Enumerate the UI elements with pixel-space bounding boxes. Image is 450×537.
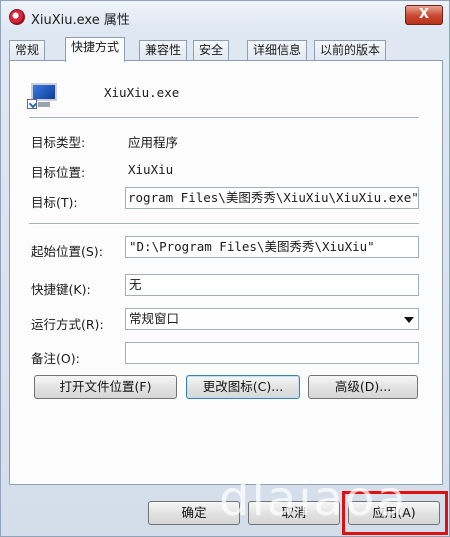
window-title: XiuXiu.exe 属性 xyxy=(31,13,130,28)
tab-compatibility[interactable]: 兼容性 xyxy=(139,40,188,61)
advanced-button[interactable]: 高级(D)... xyxy=(308,375,418,399)
properties-window: XiuXiu.exe 属性 X 常规 快捷方式 兼容性 安全 详细信息 以前的版… xyxy=(0,0,450,537)
run-select[interactable]: 常规窗口 xyxy=(125,308,419,330)
comment-label: 备注(O): xyxy=(31,351,80,366)
tab-details[interactable]: 详细信息 xyxy=(247,40,308,61)
tab-security[interactable]: 安全 xyxy=(193,40,230,61)
shortcut-key-label: 快捷键(K): xyxy=(31,282,91,297)
chevron-down-icon[interactable] xyxy=(404,317,414,323)
shortcut-key-input[interactable]: 无 xyxy=(125,274,419,296)
tab-strip: 常规 快捷方式 兼容性 安全 详细信息 以前的版本 xyxy=(9,37,443,62)
start-in-input[interactable]: "D:\Program Files\美图秀秀\XiuXiu" xyxy=(125,236,419,258)
close-icon: X xyxy=(418,7,430,22)
close-button[interactable]: X xyxy=(405,5,443,25)
divider xyxy=(29,223,419,225)
run-label: 运行方式(R): xyxy=(31,317,104,332)
comment-input[interactable] xyxy=(125,342,419,364)
shortcut-file-icon xyxy=(27,81,61,109)
target-location-value: XiuXiu xyxy=(128,162,174,177)
tab-shortcut[interactable]: 快捷方式 xyxy=(65,37,126,62)
target-location-label: 目标位置: xyxy=(31,165,86,180)
title-bar[interactable]: XiuXiu.exe 属性 X xyxy=(1,1,449,33)
change-icon-button[interactable]: 更改图标(C)... xyxy=(186,375,300,399)
start-in-label: 起始位置(S): xyxy=(31,244,103,259)
watermark: dlaiaoa xyxy=(219,471,408,527)
target-type-label: 目标类型: xyxy=(31,135,86,150)
tab-general[interactable]: 常规 xyxy=(9,40,46,61)
open-file-location-button[interactable]: 打开文件位置(F) xyxy=(34,375,177,399)
shortcut-arrow-icon xyxy=(27,99,37,109)
shortcut-panel xyxy=(9,60,443,485)
tab-previous-versions[interactable]: 以前的版本 xyxy=(314,40,387,61)
xiuxiu-app-icon xyxy=(9,9,25,25)
target-input[interactable]: rogram Files\美图秀秀\XiuXiu\XiuXiu.exe" xyxy=(125,187,419,209)
target-label: 目标(T): xyxy=(31,195,78,210)
run-select-value: 常规窗口 xyxy=(129,311,180,326)
divider xyxy=(29,117,419,119)
target-type-value: 应用程序 xyxy=(128,135,179,150)
shortcut-file-name: XiuXiu.exe xyxy=(104,85,180,100)
